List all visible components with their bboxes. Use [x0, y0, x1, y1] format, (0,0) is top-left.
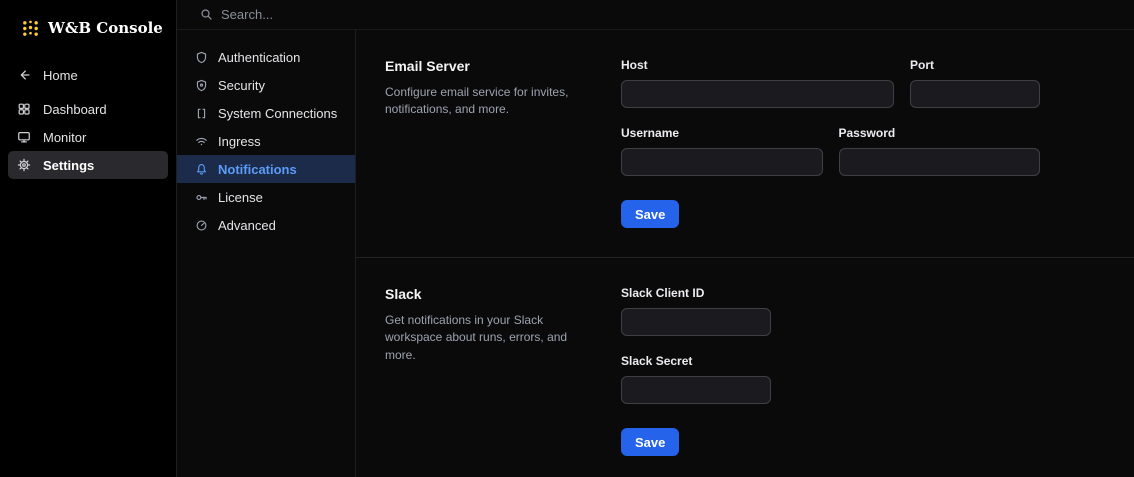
password-label: Password: [838, 126, 896, 140]
settings-nav-item-authentication[interactable]: Authentication: [177, 43, 355, 71]
sidebar-item-home[interactable]: Home: [8, 61, 168, 89]
host-field-group: Host: [621, 58, 894, 108]
settings-nav-label: Authentication: [218, 49, 301, 65]
left-sidebar: W&B Console Home Dashboard Monitor Setti…: [0, 0, 177, 477]
slack-section: Slack Get notifications in your Slack wo…: [356, 257, 1134, 477]
settings-nav: Authentication Security System Connectio…: [177, 30, 356, 477]
wandb-console-app: W&B Console Home Dashboard Monitor Setti…: [0, 0, 1134, 477]
section-description: Get notifications in your Slack workspac…: [385, 313, 568, 362]
brand: W&B Console: [0, 0, 176, 61]
email-server-form: Host Port Username Password Save: [621, 58, 1040, 228]
settings-nav-label: Security: [218, 77, 265, 93]
form-row: Username Password: [621, 126, 1040, 176]
search-input[interactable]: [221, 7, 521, 22]
arrow-left-icon: [17, 68, 31, 82]
username-input[interactable]: [621, 148, 823, 176]
form-row: Host Port: [621, 58, 1040, 108]
monitor-icon: [17, 130, 31, 144]
wandb-logo-icon: [22, 20, 39, 37]
topbar: [177, 0, 1134, 30]
section-description: Configure email service for invites, not…: [385, 85, 569, 117]
email-server-info: Email Server Configure email service for…: [385, 58, 621, 228]
password-input[interactable]: [838, 148, 1040, 176]
settings-nav-label: Advanced: [218, 217, 276, 233]
key-icon: [195, 191, 208, 204]
sidebar-item-settings[interactable]: Settings: [8, 151, 168, 179]
sidebar-item-dashboard[interactable]: Dashboard: [8, 95, 168, 123]
app-title: W&B Console: [48, 19, 163, 37]
sidebar-item-label: Home: [43, 67, 78, 83]
settings-nav-label: Notifications: [218, 161, 297, 177]
main-nav: Home Dashboard Monitor Settings: [0, 61, 176, 179]
brackets-icon: [195, 107, 208, 120]
password-field-group: Password: [838, 126, 1040, 176]
settings-nav-item-license[interactable]: License: [177, 183, 355, 211]
slack-form: Slack Client ID Slack Secret Save: [621, 286, 1040, 456]
sidebar-item-label: Settings: [43, 157, 95, 173]
port-input[interactable]: [910, 80, 1040, 108]
port-label: Port: [910, 58, 934, 72]
settings-nav-item-notifications[interactable]: Notifications: [177, 155, 355, 183]
section-title: Email Server: [385, 58, 470, 74]
slack-secret-field-group: Slack Secret: [621, 354, 1040, 404]
content-row: Authentication Security System Connectio…: [177, 30, 1134, 477]
grid-icon: [17, 102, 31, 116]
settings-content: Email Server Configure email service for…: [356, 30, 1134, 477]
settings-nav-label: License: [218, 189, 263, 205]
wifi-icon: [195, 135, 208, 148]
section-title: Slack: [385, 286, 422, 302]
slack-info: Slack Get notifications in your Slack wo…: [385, 286, 621, 456]
main-area: Authentication Security: [177, 0, 1134, 477]
slack-client-id-input[interactable]: [621, 308, 771, 336]
slack-client-id-field-group: Slack Client ID: [621, 286, 1040, 336]
email-server-section: Email Server Configure email service for…: [356, 30, 1134, 257]
settings-nav-label: Ingress: [218, 133, 261, 149]
email-save-button[interactable]: Save: [621, 200, 680, 228]
settings-nav-item-system-connections[interactable]: System Connections: [177, 99, 355, 127]
search-icon: [200, 8, 213, 21]
shield-icon: [195, 79, 208, 92]
username-label: Username: [621, 126, 680, 140]
slack-save-button[interactable]: Save: [621, 428, 680, 456]
shield-icon: [195, 51, 208, 64]
username-field-group: Username: [621, 126, 823, 176]
settings-nav-item-security[interactable]: Security: [177, 71, 355, 99]
slack-secret-input[interactable]: [621, 376, 771, 404]
slack-client-id-label: Slack Client ID: [621, 286, 705, 300]
sidebar-item-monitor[interactable]: Monitor: [8, 123, 168, 151]
gauge-icon: [195, 219, 208, 232]
settings-nav-item-advanced[interactable]: Advanced: [177, 211, 355, 239]
bell-icon: [195, 163, 208, 176]
sidebar-item-label: Dashboard: [43, 101, 107, 117]
gear-icon: [17, 158, 31, 172]
host-input[interactable]: [621, 80, 894, 108]
host-label: Host: [621, 58, 648, 72]
settings-nav-label: System Connections: [218, 105, 338, 121]
sidebar-item-label: Monitor: [43, 129, 87, 145]
port-field-group: Port: [910, 58, 1040, 108]
slack-secret-label: Slack Secret: [621, 354, 693, 368]
settings-nav-item-ingress[interactable]: Ingress: [177, 127, 355, 155]
